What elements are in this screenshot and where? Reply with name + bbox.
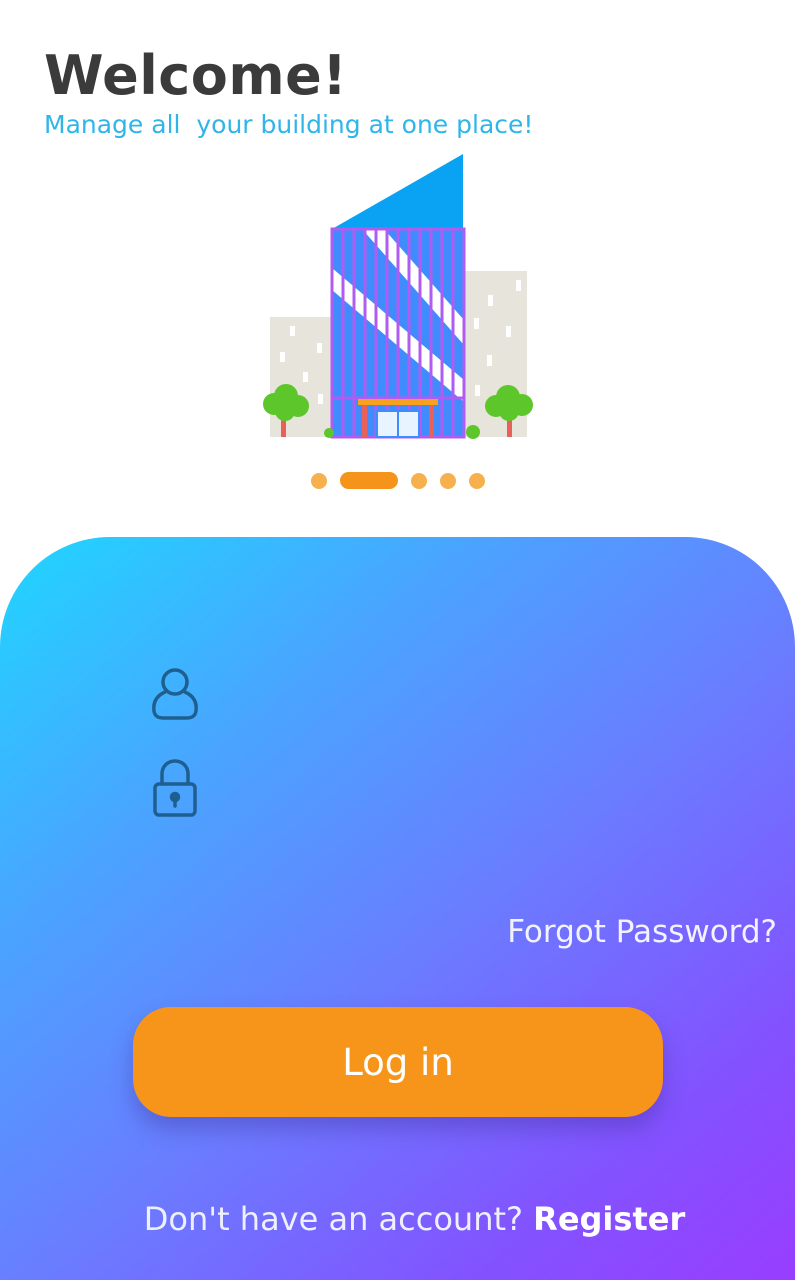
register-link[interactable]: Register	[533, 1200, 685, 1238]
building-illustration	[263, 154, 533, 439]
forgot-password-link[interactable]: Forgot Password?	[507, 914, 777, 950]
carousel-dot[interactable]	[469, 472, 485, 489]
carousel-dot[interactable]	[411, 472, 427, 489]
password-input[interactable]	[224, 759, 660, 817]
carousel-dot-active[interactable]	[340, 472, 398, 489]
page-title: Welcome!	[44, 44, 348, 107]
no-account-text: Don't have an account?	[143, 1200, 523, 1238]
carousel-dot[interactable]	[311, 472, 327, 489]
password-field[interactable]	[140, 753, 660, 823]
username-field[interactable]	[140, 659, 660, 729]
carousel-dot[interactable]	[440, 472, 456, 489]
user-icon	[140, 659, 210, 729]
login-screen: Welcome! Manage all your building at one…	[0, 0, 795, 1280]
register-prompt: Don't have an account? Register	[0, 1200, 795, 1238]
lock-icon	[140, 753, 210, 823]
page-subtitle: Manage all your building at one place!	[44, 110, 534, 139]
carousel-indicator	[311, 472, 485, 489]
login-panel: Forgot Password? Log in Don't have an ac…	[0, 537, 795, 1280]
login-button[interactable]: Log in	[133, 1007, 663, 1117]
username-input[interactable]	[224, 665, 660, 723]
